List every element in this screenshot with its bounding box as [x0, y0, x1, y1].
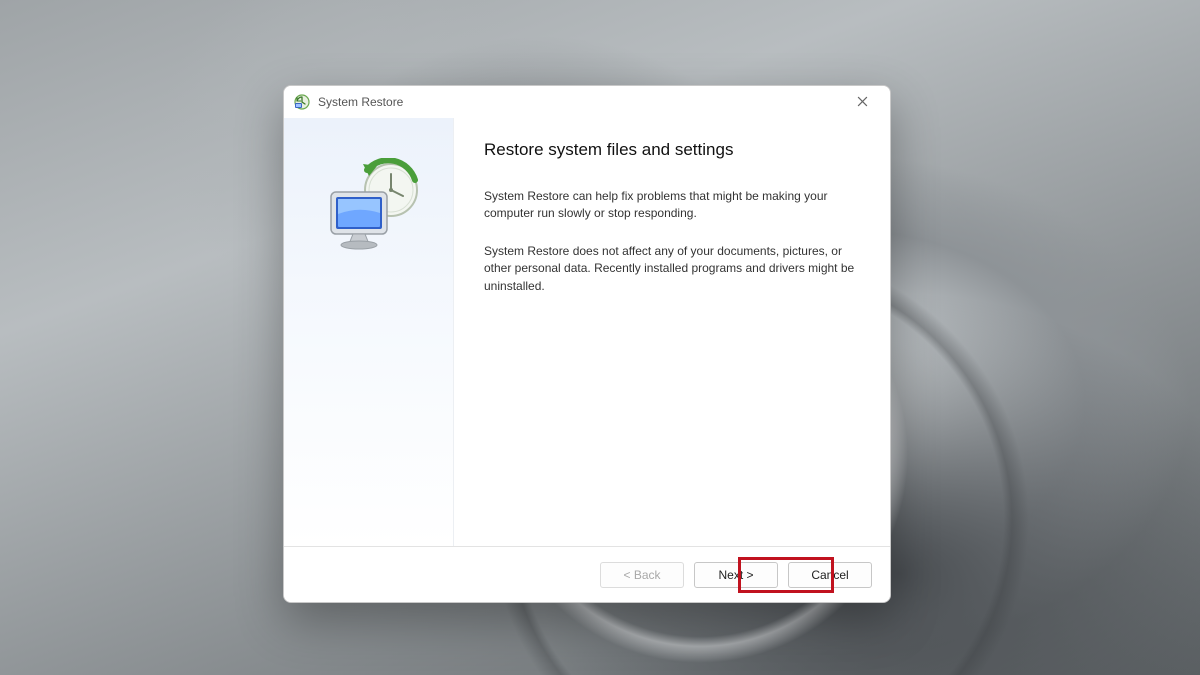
description-paragraph-2: System Restore does not affect any of yo…: [484, 243, 860, 295]
wizard-content: Restore system files and settings System…: [454, 118, 890, 546]
next-button[interactable]: Next >: [694, 562, 778, 588]
cancel-button[interactable]: Cancel: [788, 562, 872, 588]
back-button: < Back: [600, 562, 684, 588]
system-restore-app-icon: [294, 94, 310, 110]
dialog-body: Restore system files and settings System…: [284, 118, 890, 546]
close-button[interactable]: [840, 88, 884, 116]
wizard-side-panel: [284, 118, 454, 546]
titlebar: System Restore: [284, 86, 890, 118]
system-restore-dialog: System Restore: [283, 85, 891, 603]
system-restore-graphic-icon: [319, 158, 429, 258]
window-title: System Restore: [318, 95, 840, 109]
close-icon: [857, 96, 868, 107]
page-heading: Restore system files and settings: [484, 140, 860, 160]
description-paragraph-1: System Restore can help fix problems tha…: [484, 188, 860, 223]
wizard-footer: < Back Next > Cancel: [284, 546, 890, 602]
